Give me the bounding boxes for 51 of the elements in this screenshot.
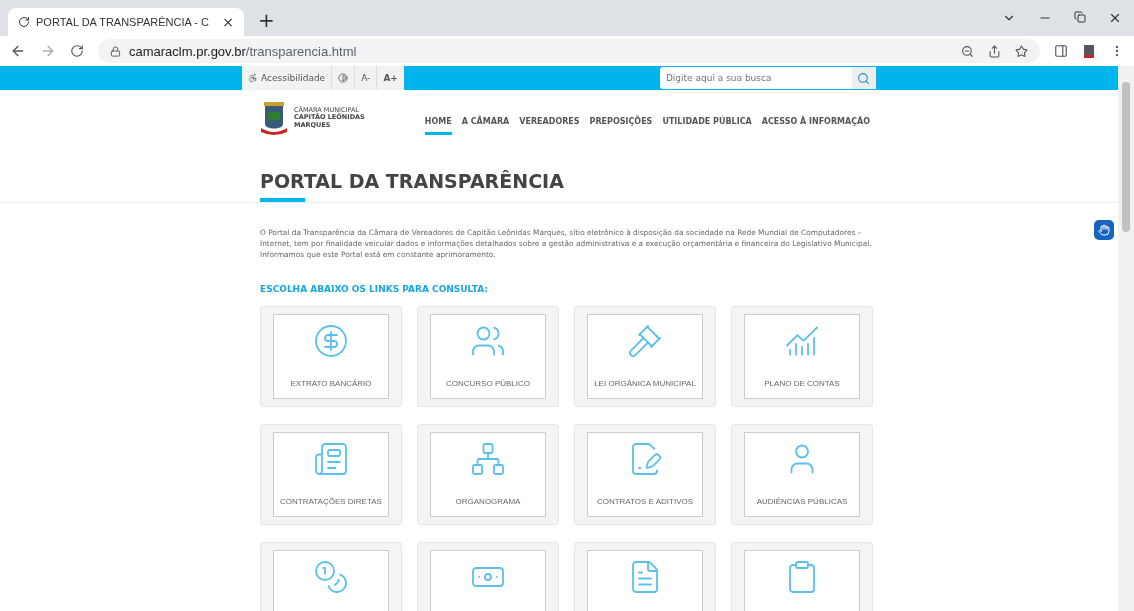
nav-link[interactable]: UTILIDADE PÚBLICA [662, 110, 752, 135]
card-icon [313, 441, 349, 478]
card-label: ORGANOGRAMA [455, 497, 521, 507]
new-tab-button[interactable]: + [258, 8, 275, 32]
search-button[interactable] [851, 67, 876, 89]
share-icon[interactable] [988, 44, 1001, 58]
nav-link[interactable]: PREPOSIÇÕES [589, 110, 653, 135]
bookmark-star-icon[interactable] [1015, 44, 1028, 58]
card-icon [313, 323, 349, 360]
link-card[interactable]: CONTRATOS E ADITIVOS [574, 424, 716, 526]
contrast-icon [338, 73, 349, 83]
zoom-icon[interactable] [961, 44, 974, 58]
link-card[interactable]: ORGANOGRAMA [417, 424, 559, 526]
nav-link[interactable]: VEREADORES [519, 110, 580, 135]
card-label: EXTRATO BANCÁRIO [290, 379, 372, 389]
tab-close-button[interactable]: × [222, 15, 234, 29]
search-field[interactable]: Digite aqui a sua busca [659, 67, 852, 89]
card-icon [470, 441, 506, 478]
reload-icon[interactable] [70, 44, 84, 58]
hand-icon [1098, 224, 1110, 236]
close-icon[interactable] [1108, 11, 1122, 25]
nav-link[interactable]: HOME [424, 110, 452, 135]
browser-tab[interactable]: PORTAL DA TRANSPARÊNCIA - C × [8, 8, 244, 36]
lock-icon [110, 45, 121, 57]
wheelchair-icon [248, 73, 259, 83]
restore-icon[interactable] [1074, 11, 1086, 23]
link-card[interactable]: CONTRATAÇÕES DIRETAS [260, 424, 402, 526]
card-label: PLANO DE CONTAS [764, 379, 840, 389]
section-heading: ESCOLHA ABAIXO OS LINKS PARA CONSULTA: [260, 284, 490, 295]
side-panel-icon[interactable] [1054, 44, 1068, 58]
link-card[interactable]: CONCURSO PÚBLICO [417, 306, 559, 408]
card-icon [627, 323, 663, 360]
card-label: CONCURSO PÚBLICO [446, 379, 530, 389]
nav-link[interactable]: A CÂMARA [461, 110, 510, 135]
search-icon [857, 71, 871, 85]
card-label: AUDIÊNCIAS PÚBLICAS [756, 497, 848, 507]
link-card[interactable]: PLANO DE CONTAS [731, 306, 873, 408]
card-label: CONTRATOS E ADITIVOS [596, 497, 694, 507]
link-card[interactable]: LEI ORGÂNICA MUNICIPAL [574, 306, 716, 408]
scrollbar-thumb[interactable] [1122, 82, 1130, 232]
nav-link[interactable]: ACESSO À INFORMAÇÃO [761, 110, 871, 135]
link-card[interactable]: EXTRATO BANCÁRIO [260, 306, 402, 408]
card-icon [313, 559, 349, 596]
back-icon[interactable] [10, 43, 26, 59]
link-card[interactable]: AUDIÊNCIAS PÚBLICAS [731, 424, 873, 526]
tab-title: PORTAL DA TRANSPARÊNCIA - C [36, 16, 210, 28]
page-title: PORTAL DA TRANSPARÊNCIA [260, 170, 565, 194]
card-label: LEI ORGÂNICA MUNICIPAL [594, 379, 696, 389]
card-label: CONTRATAÇÕES DIRETAS [280, 497, 382, 507]
sign-language-button[interactable] [1094, 220, 1114, 240]
address-bar[interactable]: camaraclm.pr.gov.br/transparencia.html [98, 39, 1040, 63]
